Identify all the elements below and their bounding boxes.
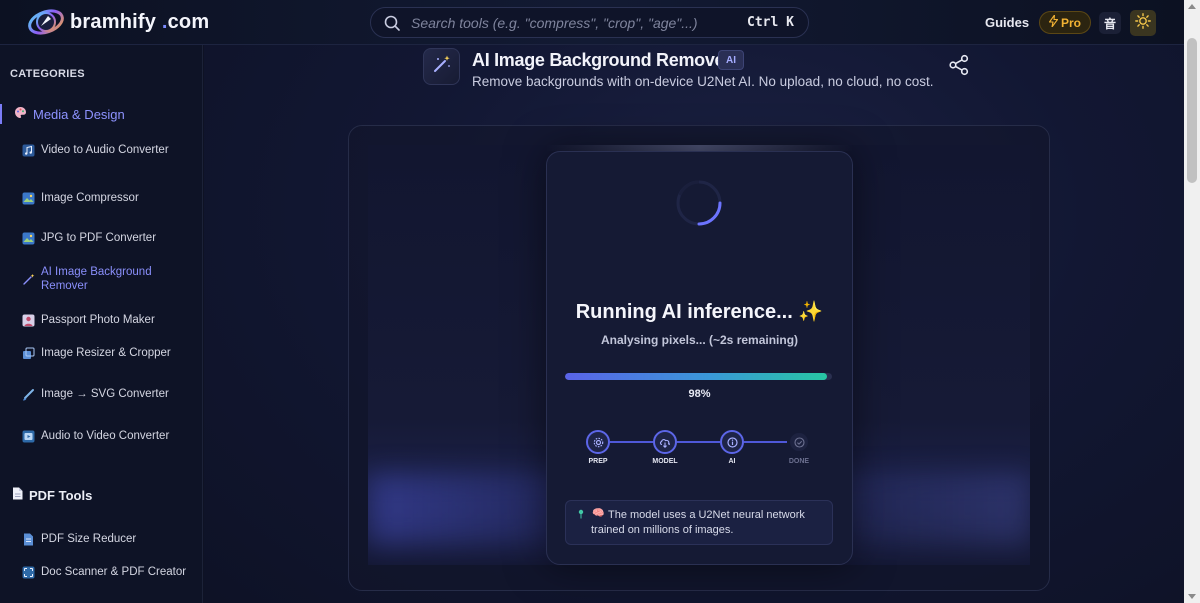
sidebar-item-image-to-svg[interactable]: Image → SVG Converter: [22, 387, 192, 401]
step-label: AI: [728, 458, 736, 465]
logo-icon: [26, 7, 66, 37]
step-connector: [677, 441, 720, 443]
pro-button[interactable]: Pro: [1039, 11, 1091, 34]
step-label: DONE: [788, 458, 810, 465]
sidebar-item-label: Video to Audio Converter: [41, 144, 169, 156]
info-icon: [720, 430, 744, 454]
pin-icon: [578, 509, 584, 521]
search-icon: [383, 14, 401, 32]
gear-icon: [586, 430, 610, 454]
step-label: MODEL: [652, 458, 678, 465]
step-connector: [744, 441, 787, 443]
page-subtitle: Remove backgrounds with on-device U2Net …: [472, 74, 934, 89]
sidebar-item-label: Audio to Video Converter: [41, 430, 170, 442]
tip-text: The model uses a U2Net neural network tr…: [591, 509, 805, 536]
sidebar-item-label: Image → SVG Converter: [41, 388, 169, 400]
step-label: PREP: [588, 458, 608, 465]
sidebar-item-pdf-size-reducer[interactable]: PDF Size Reducer: [22, 532, 192, 546]
share-icon: [948, 54, 970, 80]
palette-icon: [14, 106, 27, 122]
sidebar-item-doc-scanner[interactable]: Doc Scanner & PDF Creator: [22, 565, 192, 579]
step-done: DONE: [787, 430, 811, 465]
loading-spinner: [675, 179, 723, 227]
category-label: PDF Tools: [29, 487, 93, 503]
category-media-design[interactable]: Media & Design: [0, 104, 125, 124]
page-title: AI Image Background Remover: [472, 50, 731, 70]
language-button[interactable]: 音: [1099, 12, 1121, 34]
logo-name: bramhify: [70, 10, 157, 33]
scroll-up-arrow[interactable]: [1188, 4, 1196, 9]
theme-toggle-button[interactable]: [1130, 10, 1156, 36]
category-pdf-tools[interactable]: PDF Tools: [12, 487, 92, 503]
pipeline-steps: PREP MODEL AI DONE: [586, 430, 813, 470]
language-label: 音: [1103, 16, 1116, 31]
step-ai: AI: [720, 430, 744, 465]
sidebar-item-passport-photo[interactable]: Passport Photo Maker: [22, 313, 192, 327]
logo[interactable]: bramhify .com: [26, 7, 209, 37]
lightning-icon: [1048, 14, 1059, 30]
progress-percent: 98%: [688, 388, 711, 400]
step-prep: PREP: [586, 430, 610, 465]
info-tip: 🧠 The model uses a U2Net neural network …: [565, 500, 833, 545]
share-button[interactable]: [948, 54, 970, 76]
brush-icon: [22, 388, 35, 401]
scanner-icon: [22, 566, 35, 579]
video-icon: [22, 430, 35, 443]
progress-bar-fill: [565, 373, 827, 380]
sidebar-item-label: Passport Photo Maker: [41, 314, 155, 326]
sidebar-item-image-compressor[interactable]: Image Compressor: [22, 191, 192, 205]
music-icon: [22, 144, 35, 157]
document-icon: [12, 487, 23, 503]
progress-title: Running AI inference... ✨: [575, 301, 824, 323]
sidebar-item-jpg-to-pdf[interactable]: JPG to PDF Converter: [22, 231, 192, 245]
sidebar-item-label: PDF Size Reducer: [41, 533, 137, 545]
magic-wand-icon: [22, 273, 35, 286]
image-icon: [22, 192, 35, 205]
step-model: MODEL: [652, 430, 678, 465]
sidebar-item-label: Doc Scanner & PDF Creator: [41, 566, 187, 578]
sidebar-title: CATEGORIES: [10, 68, 85, 80]
progress-bar: [565, 373, 832, 380]
tool-icon-tile: [423, 48, 460, 85]
nav-guides-link[interactable]: Guides: [985, 15, 1029, 30]
portrait-icon: [22, 314, 35, 327]
sidebar-item-ai-background-remover[interactable]: AI Image Background Remover: [22, 265, 192, 293]
cloud-download-icon: [653, 430, 677, 454]
scroll-thumb[interactable]: [1187, 38, 1197, 183]
search-input[interactable]: [411, 14, 748, 31]
progress-status: Analysing pixels... (~2s remaining): [600, 333, 799, 347]
sidebar-item-label: AI Image Background Remover: [41, 266, 152, 292]
document-icon: [22, 533, 35, 546]
page-scrollbar[interactable]: [1184, 0, 1200, 603]
image-icon: [22, 232, 35, 245]
sun-icon: [1135, 12, 1151, 34]
step-connector: [610, 441, 653, 443]
scroll-down-arrow[interactable]: [1188, 594, 1196, 599]
sidebar-item-label: JPG to PDF Converter: [41, 232, 157, 244]
magic-wand-icon: [432, 54, 452, 79]
logo-tld: com: [167, 10, 210, 33]
ai-badge: AI: [718, 50, 744, 70]
sidebar-item-image-resizer[interactable]: Image Resizer & Cropper: [22, 346, 192, 360]
sidebar-item-audio-to-video[interactable]: Audio to Video Converter: [22, 429, 192, 443]
category-label: Media & Design: [33, 106, 125, 122]
sidebar-item-video-to-audio[interactable]: Video to Audio Converter: [22, 143, 192, 157]
check-icon: [790, 433, 808, 451]
pro-label: Pro: [1060, 15, 1081, 30]
sidebar-item-label: Image Compressor: [41, 192, 139, 204]
resize-icon: [22, 347, 35, 360]
sidebar-item-label: Image Resizer & Cropper: [41, 347, 171, 359]
sidebar: CATEGORIES Media & Design Video to Audio…: [0, 45, 203, 603]
top-header: bramhify .com Ctrl K Guides Pro 音: [0, 0, 1184, 45]
search-bar[interactable]: Ctrl K: [370, 7, 809, 38]
search-shortcut: Ctrl K: [747, 15, 794, 30]
